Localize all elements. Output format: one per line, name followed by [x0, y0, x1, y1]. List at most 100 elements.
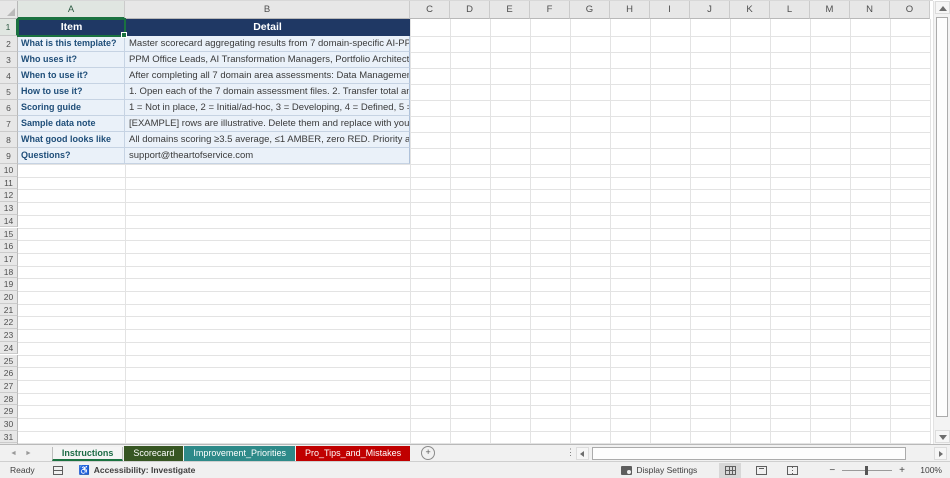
- page-layout-view-button[interactable]: [750, 463, 772, 478]
- display-settings-button[interactable]: Display Settings: [636, 465, 697, 475]
- cell-B7[interactable]: [EXAMPLE] rows are illustrative. Delete …: [125, 116, 410, 132]
- cell-B6[interactable]: 1 = Not in place, 2 = Initial/ad-hoc, 3 …: [125, 100, 410, 116]
- column-header-K[interactable]: K: [730, 1, 770, 19]
- sheet-tabs: InstructionsScorecardImprovement_Priorit…: [52, 445, 411, 461]
- new-sheet-button[interactable]: +: [421, 446, 435, 460]
- column-header-J[interactable]: J: [690, 1, 730, 19]
- horizontal-scroll-thumb[interactable]: [592, 447, 906, 460]
- column-header-L[interactable]: L: [770, 1, 810, 19]
- vertical-scrollbar[interactable]: [933, 1, 950, 444]
- row-header-17[interactable]: 17: [0, 253, 18, 266]
- column-header-D[interactable]: D: [450, 1, 490, 19]
- next-sheet-icon[interactable]: ►: [21, 450, 36, 457]
- zoom-level[interactable]: 100%: [916, 465, 942, 475]
- horizontal-scrollbar[interactable]: [592, 447, 928, 460]
- scroll-down-button[interactable]: [935, 430, 950, 443]
- row-header-8[interactable]: 8: [0, 132, 18, 148]
- fill-handle[interactable]: [121, 32, 127, 38]
- row-header-24[interactable]: 24: [0, 342, 18, 355]
- row-header-5[interactable]: 5: [0, 84, 18, 100]
- row-header-16[interactable]: 16: [0, 240, 18, 253]
- column-header-I[interactable]: I: [650, 1, 690, 19]
- row-header-19[interactable]: 19: [0, 278, 18, 291]
- row-header-27[interactable]: 27: [0, 380, 18, 393]
- cell-A9[interactable]: Questions?: [18, 148, 125, 164]
- row-header-20[interactable]: 20: [0, 291, 18, 304]
- normal-view-button[interactable]: [719, 463, 741, 478]
- macro-record-icon[interactable]: [53, 466, 63, 475]
- row-header-3[interactable]: 3: [0, 52, 18, 68]
- row-header-11[interactable]: 11: [0, 177, 18, 190]
- column-header-M[interactable]: M: [810, 1, 850, 19]
- cell-B1[interactable]: Detail: [125, 19, 410, 36]
- column-header-N[interactable]: N: [850, 1, 890, 19]
- column-header-F[interactable]: F: [530, 1, 570, 19]
- cell-A5[interactable]: How to use it?: [18, 84, 125, 100]
- sheet-tab-instructions[interactable]: Instructions: [52, 447, 124, 461]
- row-header-26[interactable]: 26: [0, 367, 18, 380]
- sheet-tab-pro_tips_and_mistakes[interactable]: Pro_Tips_and_Mistakes: [296, 446, 410, 461]
- row-header-30[interactable]: 30: [0, 418, 18, 431]
- row-header-9[interactable]: 9: [0, 148, 18, 164]
- page-break-view-button[interactable]: [781, 463, 803, 478]
- accessibility-status[interactable]: Accessibility: Investigate: [94, 465, 196, 475]
- column-header-B[interactable]: B: [125, 1, 410, 19]
- tab-scroll-splitter[interactable]: ⋮: [566, 447, 575, 458]
- cell-A2[interactable]: What is this template?: [18, 36, 125, 52]
- row-header-28[interactable]: 28: [0, 393, 18, 406]
- cell-B8[interactable]: All domains scoring ≥3.5 average, ≤1 AMB…: [125, 132, 410, 148]
- zoom-out-button[interactable]: −: [822, 465, 842, 476]
- hscroll-left-button[interactable]: [576, 447, 589, 460]
- row-header-18[interactable]: 18: [0, 266, 18, 279]
- column-header-G[interactable]: G: [570, 1, 610, 19]
- sheet-tab-improvement_priorities[interactable]: Improvement_Priorities: [184, 446, 295, 461]
- row-header-22[interactable]: 22: [0, 316, 18, 329]
- row-header-31[interactable]: 31: [0, 431, 18, 444]
- cell-B4[interactable]: After completing all 7 domain area asses…: [125, 68, 410, 84]
- excel-window: ABCDEFGHIJKLMNO1234567891011121314151617…: [0, 0, 950, 478]
- zoom-slider[interactable]: [842, 470, 892, 471]
- gridline: [18, 228, 930, 229]
- row-header-2[interactable]: 2: [0, 36, 18, 52]
- row-header-13[interactable]: 13: [0, 202, 18, 215]
- cell-B9[interactable]: support@theartofservice.com: [125, 148, 410, 164]
- cell-A6[interactable]: Scoring guide: [18, 100, 125, 116]
- cell-A8[interactable]: What good looks like: [18, 132, 125, 148]
- zoom-slider-thumb[interactable]: [865, 466, 868, 475]
- row-header-15[interactable]: 15: [0, 228, 18, 241]
- column-header-A[interactable]: A: [18, 1, 125, 19]
- cell-A3[interactable]: Who uses it?: [18, 52, 125, 68]
- row-header-7[interactable]: 7: [0, 116, 18, 132]
- zoom-in-button[interactable]: +: [892, 465, 912, 476]
- column-header-E[interactable]: E: [490, 1, 530, 19]
- cell-A4[interactable]: When to use it?: [18, 68, 125, 84]
- gridline: [490, 19, 491, 445]
- row-header-12[interactable]: 12: [0, 189, 18, 202]
- column-header-H[interactable]: H: [610, 1, 650, 19]
- row-header-21[interactable]: 21: [0, 304, 18, 317]
- cell-B5[interactable]: 1. Open each of the 7 domain assessment …: [125, 84, 410, 100]
- select-all-corner[interactable]: [0, 1, 18, 19]
- column-header-O[interactable]: O: [890, 1, 930, 19]
- gridline: [18, 304, 930, 305]
- spreadsheet-grid: ABCDEFGHIJKLMNO1234567891011121314151617…: [0, 0, 933, 445]
- gridline: [18, 189, 930, 190]
- row-header-25[interactable]: 25: [0, 355, 18, 368]
- cell-A7[interactable]: Sample data note: [18, 116, 125, 132]
- row-header-29[interactable]: 29: [0, 405, 18, 418]
- row-header-23[interactable]: 23: [0, 329, 18, 342]
- cell-B3[interactable]: PPM Office Leads, AI Transformation Mana…: [125, 52, 410, 68]
- prev-sheet-icon[interactable]: ◄: [6, 450, 21, 457]
- sheet-tab-scorecard[interactable]: Scorecard: [124, 446, 183, 461]
- hscroll-right-button[interactable]: [934, 447, 947, 460]
- column-header-C[interactable]: C: [410, 1, 450, 19]
- scroll-up-button[interactable]: [935, 1, 950, 14]
- row-header-10[interactable]: 10: [0, 164, 18, 177]
- cell-B2[interactable]: Master scorecard aggregating results fro…: [125, 36, 410, 52]
- row-header-14[interactable]: 14: [0, 215, 18, 228]
- row-header-1[interactable]: 1: [0, 19, 18, 36]
- cell-A1[interactable]: Item: [18, 19, 125, 36]
- vertical-scroll-thumb[interactable]: [936, 17, 948, 417]
- row-header-4[interactable]: 4: [0, 68, 18, 84]
- row-header-6[interactable]: 6: [0, 100, 18, 116]
